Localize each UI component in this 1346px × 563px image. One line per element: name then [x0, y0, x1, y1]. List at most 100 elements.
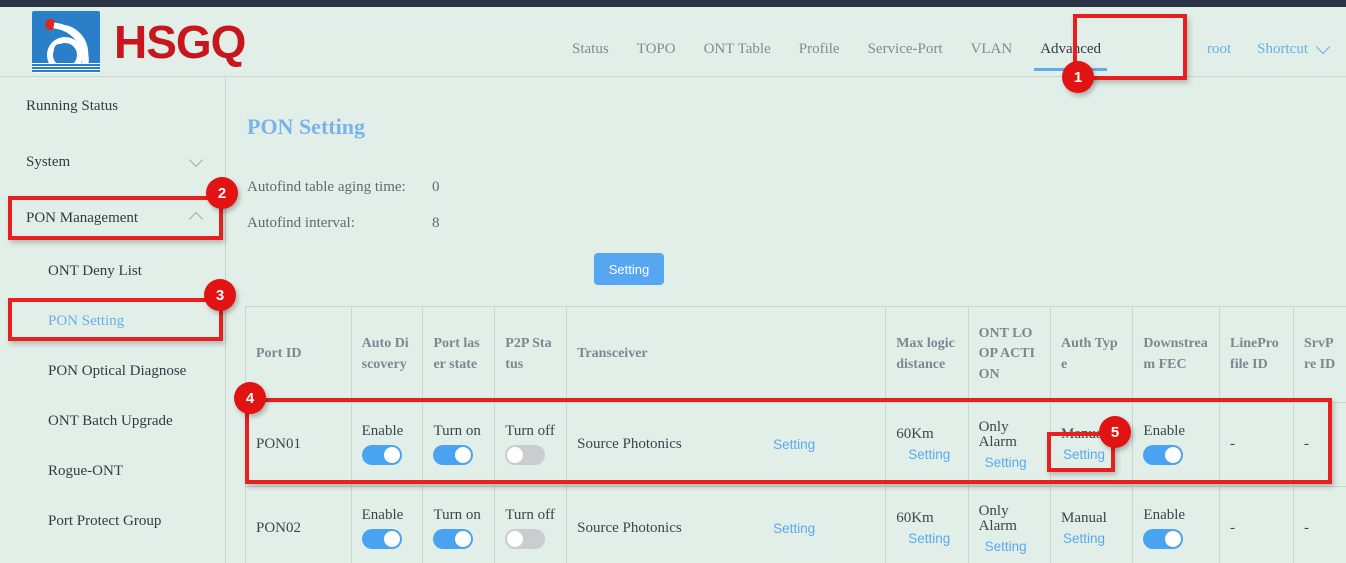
toggle-knob: [1165, 531, 1181, 547]
page-title: PON Setting: [247, 114, 365, 140]
col-port-id: Port ID: [246, 307, 352, 403]
field-autofind-interval: Autofind interval: 8: [247, 215, 440, 232]
port-laser-state-toggle[interactable]: [433, 445, 473, 465]
chevron-down-icon: [1316, 40, 1330, 54]
toggle-knob: [384, 447, 400, 463]
sidebar-item-label: System: [26, 154, 70, 171]
nav-item-advanced[interactable]: Advanced: [1040, 14, 1101, 84]
sidebar-item-pon-setting[interactable]: PON Setting: [0, 296, 225, 346]
cell-downstream-fec: Enable: [1133, 403, 1220, 487]
transceiver-value: Source Photonics: [577, 437, 682, 452]
sidebar-item-label: ONT Deny List: [48, 263, 142, 280]
cell-ont-loop-action: Only Alarm Setting: [968, 487, 1050, 563]
max-logic-distance-value: 60Km: [896, 427, 934, 442]
transceiver-setting-link[interactable]: Setting: [773, 522, 815, 536]
downstream-fec-toggle[interactable]: [1143, 529, 1183, 549]
app-header: HSGQ Status TOPO ONT Table Profile Servi…: [0, 7, 1346, 77]
transceiver-setting-link[interactable]: Setting: [773, 438, 815, 452]
hsgq-logo-icon: [32, 11, 100, 73]
sidebar-item-pon-management[interactable]: PON Management: [0, 190, 225, 246]
auth-type-setting-link[interactable]: Setting: [1063, 532, 1105, 546]
cell-port-laser-state: Turn on: [423, 487, 495, 563]
auto-discovery-toggle[interactable]: [362, 529, 402, 549]
sidebar-item-running-status[interactable]: Running Status: [0, 78, 225, 134]
cell-downstream-fec: Enable: [1133, 487, 1220, 563]
sidebar-item-system[interactable]: System: [0, 134, 225, 190]
p2p-status-toggle[interactable]: [505, 529, 545, 549]
nav-item-profile[interactable]: Profile: [799, 14, 840, 84]
sidebar-item-port-protect-group[interactable]: Port Protect Group: [0, 496, 225, 546]
col-line-profile-id: LineProfile ID: [1220, 307, 1294, 403]
cell-srv-pre-id: -: [1293, 403, 1346, 487]
nav-item-service-port[interactable]: Service-Port: [868, 14, 943, 84]
auto-discovery-label: Enable: [362, 424, 404, 439]
setting-button[interactable]: Setting: [594, 253, 664, 285]
cell-auth-type: Manual Setting: [1051, 403, 1133, 487]
col-transceiver: Transceiver: [567, 307, 886, 403]
nav-item-status[interactable]: Status: [572, 14, 609, 84]
port-laser-state-label: Turn on: [433, 424, 480, 439]
auto-discovery-toggle[interactable]: [362, 445, 402, 465]
cell-ont-loop-action: Only Alarm Setting: [968, 403, 1050, 487]
sidebar-item-label: Running Status: [26, 98, 118, 115]
max-logic-distance-setting-link[interactable]: Setting: [908, 448, 950, 462]
transceiver-value: Source Photonics: [577, 521, 682, 536]
sidebar-item-label: PON Optical Diagnose: [48, 363, 186, 380]
pon-table: Port ID Auto Discovery Port laser state …: [245, 306, 1346, 563]
col-srv-pre-id: SrvPre ID: [1293, 307, 1346, 403]
downstream-fec-toggle[interactable]: [1143, 445, 1183, 465]
ont-loop-action-setting-link[interactable]: Setting: [985, 540, 1027, 554]
sidebar-item-ont-deny-list[interactable]: ONT Deny List: [0, 246, 225, 296]
chevron-up-icon: [189, 212, 203, 226]
port-laser-state-toggle[interactable]: [433, 529, 473, 549]
sidebar-item-ont-batch-upgrade[interactable]: ONT Batch Upgrade: [0, 396, 225, 446]
auth-type-setting-link[interactable]: Setting: [1063, 448, 1105, 462]
p2p-status-toggle[interactable]: [505, 445, 545, 465]
field-label: Autofind interval:: [247, 215, 432, 232]
sidebar-item-label: PON Management: [26, 210, 138, 227]
nav-item-vlan[interactable]: VLAN: [971, 14, 1013, 84]
sidebar-item-label: PON Setting: [48, 313, 124, 330]
ont-loop-action-value: Only Alarm: [979, 504, 1040, 534]
max-logic-distance-setting-link[interactable]: Setting: [908, 532, 950, 546]
field-value: 0: [432, 179, 440, 196]
table-row: PON02 Enable Turn on: [246, 487, 1346, 563]
brand-logo[interactable]: HSGQ: [32, 11, 245, 73]
cell-transceiver: Source Photonics Setting: [567, 487, 886, 563]
nav-item-topo[interactable]: TOPO: [637, 14, 676, 84]
sidebar-item-rogue-ont[interactable]: Rogue-ONT: [0, 446, 225, 496]
ont-loop-action-setting-link[interactable]: Setting: [985, 456, 1027, 470]
nav-label: Profile: [799, 41, 840, 58]
nav-label: Service-Port: [868, 41, 943, 58]
cell-srv-pre-id: -: [1293, 487, 1346, 563]
nav-label: Advanced: [1040, 41, 1101, 58]
col-auto-discovery: Auto Discovery: [351, 307, 423, 403]
table-row: PON01 Enable Turn on: [246, 403, 1346, 487]
sidebar-item-pon-optical-diagnose[interactable]: PON Optical Diagnose: [0, 346, 225, 396]
p2p-status-label: Turn off: [505, 424, 555, 439]
nav-label: Status: [572, 41, 609, 58]
pon-table-container: Port ID Auto Discovery Port laser state …: [245, 306, 1346, 563]
col-downstream-fec: Downstream FEC: [1133, 307, 1220, 403]
brand-name: HSGQ: [114, 19, 245, 65]
cell-max-logic-distance: 60Km Setting: [886, 487, 968, 563]
cell-port-id: PON02: [246, 487, 352, 563]
nav-item-ont-table[interactable]: ONT Table: [704, 14, 771, 84]
cell-p2p-status: Turn off: [495, 487, 567, 563]
toggle-knob: [507, 531, 523, 547]
header-user-area: root Shortcut: [1207, 14, 1328, 84]
toggle-knob: [507, 447, 523, 463]
p2p-status-label: Turn off: [505, 508, 555, 523]
col-max-logic-distance: Max logic distance: [886, 307, 968, 403]
chevron-down-icon: [189, 153, 203, 167]
sidebar-item-label: Rogue-ONT: [48, 463, 123, 480]
cell-line-profile-id: -: [1220, 403, 1294, 487]
shortcut-menu[interactable]: Shortcut: [1257, 41, 1328, 58]
shortcut-label: Shortcut: [1257, 41, 1308, 58]
sidebar-item-label: ONT Batch Upgrade: [48, 413, 173, 430]
sidebar-item-label: Port Protect Group: [48, 513, 161, 530]
logo-stripes-icon: [32, 63, 100, 73]
current-user[interactable]: root: [1207, 41, 1231, 58]
toggle-knob: [455, 531, 471, 547]
main-navigation: Status TOPO ONT Table Profile Service-Po…: [560, 14, 1129, 84]
